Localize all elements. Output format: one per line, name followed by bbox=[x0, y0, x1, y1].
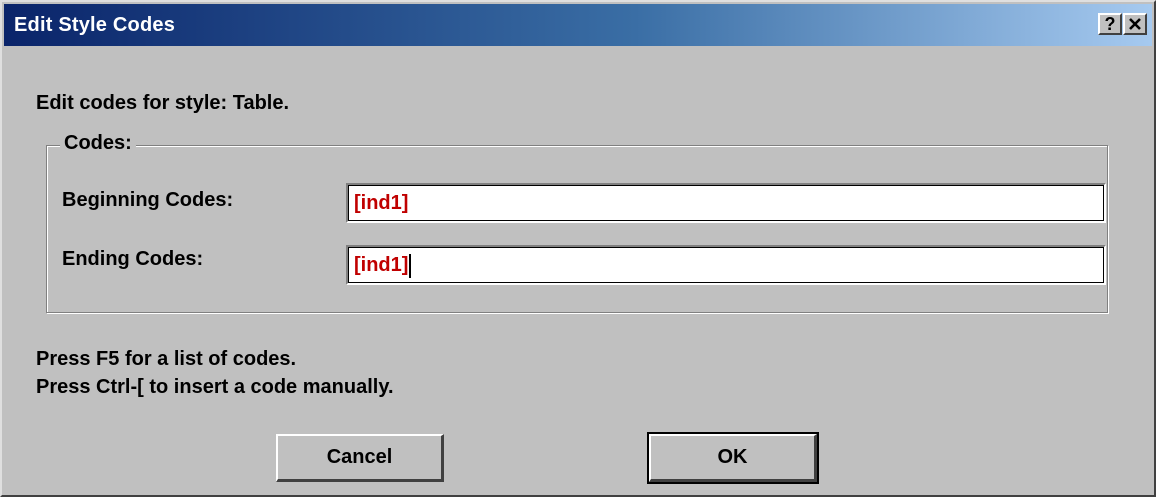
codes-groupbox bbox=[46, 145, 1108, 313]
hint-line-1: Press F5 for a list of codes. bbox=[36, 348, 297, 370]
codes-group-label: Codes: bbox=[60, 132, 136, 155]
close-button[interactable] bbox=[1123, 13, 1147, 35]
cancel-button-label: Cancel bbox=[326, 446, 393, 468]
beginning-codes-field[interactable]: [ind1] bbox=[346, 183, 1106, 223]
intro-text: Edit codes for style: Table. bbox=[36, 92, 290, 114]
help-button[interactable]: ? bbox=[1098, 13, 1122, 35]
help-icon: ? bbox=[1104, 14, 1116, 34]
beginning-codes-label: Beginning Codes: bbox=[62, 189, 234, 211]
title-bar[interactable]: Edit Style Codes ? bbox=[4, 4, 1152, 46]
beginning-codes-value: [ind1] bbox=[354, 192, 409, 214]
window-title: Edit Style Codes bbox=[14, 14, 176, 36]
cancel-button[interactable]: Cancel bbox=[276, 434, 444, 482]
text-caret bbox=[409, 253, 412, 278]
edit-style-codes-dialog: Edit Style Codes ? Edit codes for style:… bbox=[0, 0, 1156, 497]
ending-codes-value: [ind1] bbox=[354, 254, 409, 276]
ok-button-label: OK bbox=[717, 446, 748, 468]
ok-button[interactable]: OK bbox=[647, 432, 819, 484]
hint-line-2: Press Ctrl-[ to insert a code manually. bbox=[36, 376, 394, 398]
ending-codes-field[interactable]: [ind1] bbox=[346, 245, 1106, 285]
ending-codes-label: Ending Codes: bbox=[62, 248, 204, 270]
ending-codes-value-wrap: [ind1] bbox=[354, 247, 412, 283]
close-x-icon bbox=[1129, 18, 1141, 30]
